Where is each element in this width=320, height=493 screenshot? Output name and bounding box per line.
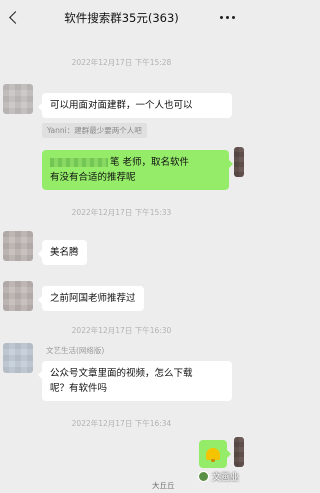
message-text: 公众号文章里面的视频，怎么下载 — [50, 368, 193, 379]
avatar[interactable] — [3, 84, 33, 114]
quoted-text: Yanni：建群最少要两个人吧 — [47, 126, 142, 135]
message-bubble[interactable]: 可以用面对面建群，一个人也可以 — [38, 93, 232, 118]
chevron-left-icon[interactable] — [7, 9, 23, 27]
avatar[interactable] — [3, 231, 33, 261]
self-avatar[interactable] — [234, 147, 244, 177]
avatar[interactable] — [3, 281, 33, 311]
sender-name: 大丘丘 — [152, 481, 175, 490]
watermark-text: 文画业 — [211, 473, 239, 483]
message-text: 可以用面对面建群，一个人也可以 — [50, 100, 193, 111]
quoted-message[interactable]: Yanni：建群最少要两个人吧 — [42, 123, 147, 138]
message-text: 美名腾 — [50, 247, 79, 258]
message-text: 呢？有软件吗 — [50, 383, 108, 394]
message-bubble[interactable]: 公众号文章里面的视频，怎么下载 呢？有软件吗 — [38, 361, 232, 401]
redacted-mention — [50, 158, 108, 167]
timestamp: 2022年12月17日 下午16:34 — [71, 419, 172, 428]
watermark: 文画业 — [197, 470, 239, 483]
more-dots-icon[interactable] — [217, 10, 237, 24]
message-bubble[interactable]: 之前阿国老师推荐过 — [38, 286, 144, 311]
message-bubble-outgoing[interactable]: 笔 老师，取名软件 有没有合适的推荐呢 — [42, 150, 233, 190]
timestamp: 2022年12月17日 下午15:28 — [71, 58, 172, 67]
timestamp: 2022年12月17日 下午15:33 — [71, 208, 172, 217]
avatar[interactable] — [3, 343, 33, 373]
message-text: 之前阿国老师推荐过 — [50, 293, 136, 304]
bell-emoji-icon — [199, 440, 227, 468]
message-bubble[interactable]: 美名腾 — [38, 240, 87, 265]
timestamp: 2022年12月17日 下午16:30 — [71, 326, 172, 335]
wechat-watermark-icon — [197, 471, 209, 482]
message-text: 有没有合适的推荐呢 — [50, 172, 136, 183]
self-avatar[interactable] — [234, 437, 244, 467]
chat-header: 软件搜索群35元(363) — [0, 0, 243, 36]
message-text: 笔 老师，取名软件 — [110, 157, 190, 168]
chat-title: 软件搜索群35元(363) — [64, 11, 179, 25]
sender-name: 文艺生活(网络版) — [46, 346, 105, 355]
message-bubble-outgoing[interactable] — [199, 440, 231, 468]
